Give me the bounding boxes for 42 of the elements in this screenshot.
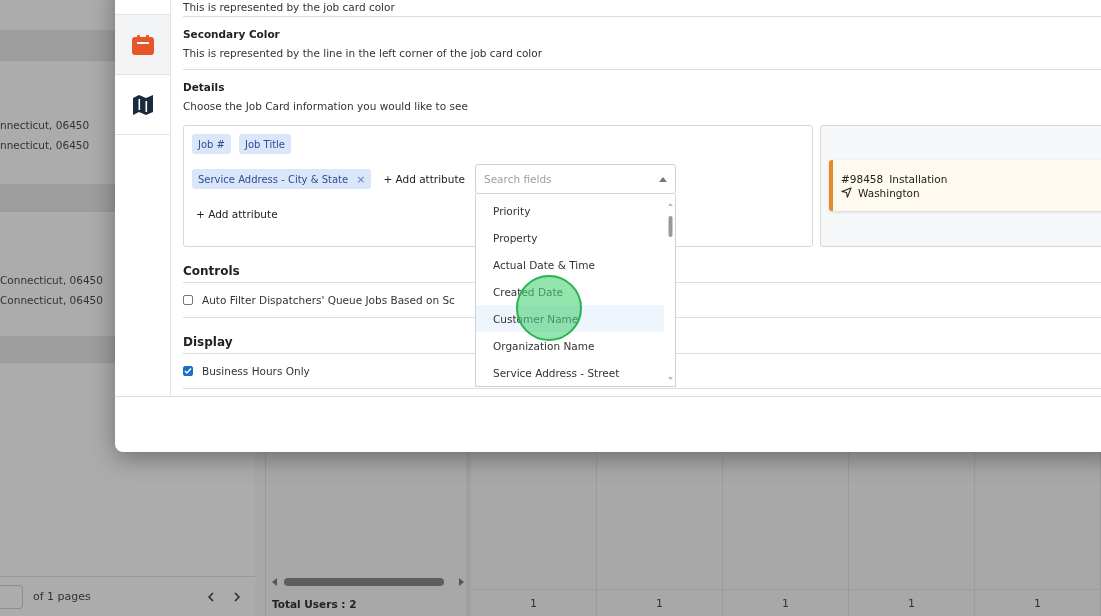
calendar-icon [131, 34, 154, 55]
map-icon [132, 94, 153, 115]
table-cell: 1 [849, 589, 974, 616]
table-cell: 1 [723, 589, 848, 616]
description-text: Choose the Job Card information you would like to see [183, 99, 469, 113]
add-attribute-link[interactable]: + Add attribute [196, 208, 278, 220]
dropdown-option[interactable]: Priority [476, 197, 664, 224]
section-title: Details [183, 80, 226, 94]
checkbox[interactable] [183, 295, 193, 305]
address-text: nnecticut, 06450 [0, 138, 90, 152]
add-attribute-link[interactable]: + Add attribute [383, 173, 465, 185]
address-text: nnecticut, 06450 [0, 118, 90, 132]
horizontal-scrollbar[interactable] [270, 576, 466, 588]
job-number-text: #98458 [841, 172, 884, 185]
attribute-chip[interactable]: Job Title [239, 134, 291, 154]
checkbox[interactable] [183, 366, 193, 376]
description-text: This is represented by the line in the left corner of the job card color [183, 46, 543, 60]
dropdown-option[interactable]: Service Address - Street [476, 359, 664, 386]
table-cell: 1 [975, 589, 1100, 616]
table-cell: 1 [597, 589, 722, 616]
caret-icon [659, 177, 667, 182]
dropdown-option[interactable]: Property [476, 224, 664, 251]
search-field[interactable]: Search fields [475, 164, 676, 194]
page-count-text: of 1 pages [33, 590, 92, 603]
location-text: Washington [858, 186, 920, 199]
address-text: Connecticut, 06450 [0, 293, 103, 307]
attribute-chip[interactable]: Service Address - City & State × [192, 169, 372, 189]
table-cell: 1 [471, 589, 596, 616]
attribute-chip[interactable]: Job # [192, 134, 231, 154]
address-text: Connecticut, 06450 [0, 273, 103, 287]
dropdown-option[interactable]: Organization Name [476, 332, 664, 359]
dropdown-option[interactable]: Customer Name [476, 305, 664, 332]
checkbox-label: Business Hours Only [202, 365, 310, 377]
dropdown-option[interactable]: Actual Date & Time [476, 251, 664, 278]
total-users-text: Total Users : 2 [271, 597, 358, 612]
page-input[interactable] [0, 584, 23, 609]
navigation-arrow-icon [841, 187, 852, 198]
description-text: This is represented by the job card color [183, 0, 1101, 17]
section-title: Secondary Color [183, 27, 281, 41]
checkbox-label: Auto Filter Dispatchers' Queue Jobs Based on Sc [202, 294, 455, 306]
sidebar-tab[interactable] [115, 75, 170, 135]
job-title-text: Installation [889, 172, 948, 185]
